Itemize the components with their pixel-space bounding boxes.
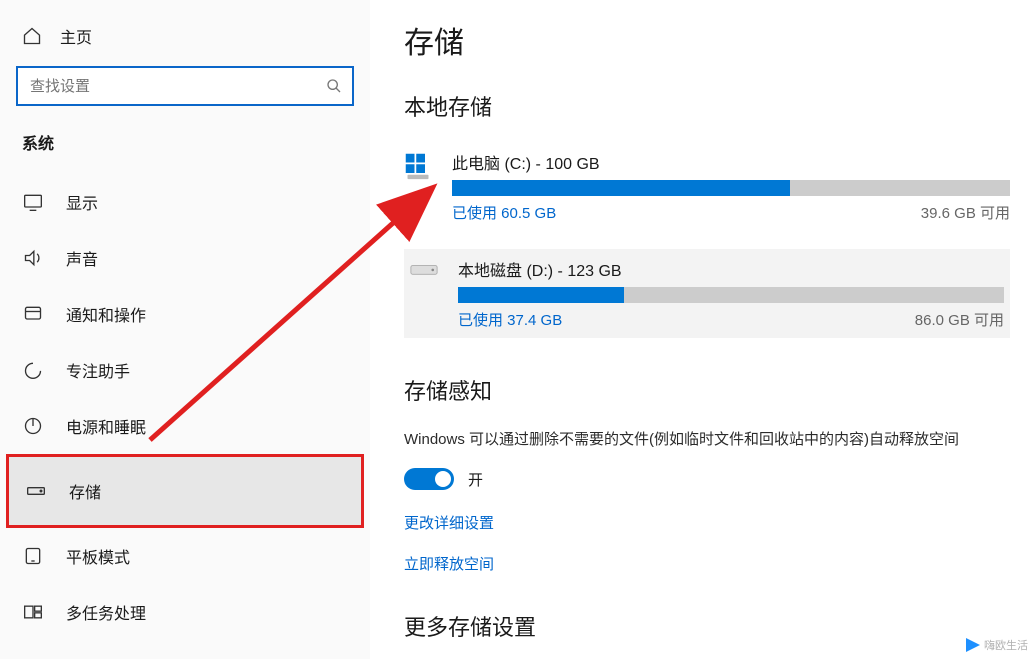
storage-sense-toggle[interactable] [404,468,454,490]
storage-icon [25,481,47,501]
sidebar-item-notifications[interactable]: 通知和操作 [0,286,370,342]
watermark-text: 嗨欧生活 [984,637,1028,653]
home-label: 主页 [60,24,92,48]
sidebar-item-sound[interactable]: 声音 [0,230,370,286]
search-input[interactable] [30,78,326,95]
home-link[interactable]: 主页 [0,18,370,66]
multitask-icon [22,602,44,622]
power-icon [22,416,44,436]
sidebar-item-label: 通知和操作 [66,302,146,326]
sidebar: 主页 系统 显示 声音 通知 [0,0,370,659]
disk-title: 本地磁盘 (D:) - 123 GB [458,257,1004,281]
sidebar-item-label: 专注助手 [66,358,130,382]
sidebar-item-focus[interactable]: 专注助手 [0,342,370,398]
sidebar-item-label: 声音 [66,246,98,270]
display-icon [22,192,44,212]
disk-row-d[interactable]: 本地磁盘 (D:) - 123 GB 已使用 37.4 GB 86.0 GB 可… [404,249,1010,338]
focus-icon [22,360,44,380]
watermark-icon [966,638,980,652]
sound-icon [22,248,44,268]
sidebar-item-label: 多任务处理 [66,600,146,624]
sidebar-item-label: 显示 [66,190,98,214]
disk-free-label: 39.6 GB 可用 [921,202,1010,223]
sidebar-item-label: 电源和睡眠 [66,414,146,438]
main-content: 存储 本地存储 此电脑 (C:) - 100 GB 已使用 60.5 GB 39… [370,0,1036,659]
hdd-drive-icon [410,257,442,330]
sidebar-item-storage[interactable]: 存储 [6,454,364,528]
storage-sense-heading: 存储感知 [404,374,1010,406]
toggle-label: 开 [468,469,483,490]
watermark: 嗨欧生活 [966,637,1028,653]
disk-used-label: 已使用 60.5 GB [452,202,556,223]
disk-usage-bar [458,287,1004,303]
search-input-container[interactable] [16,66,354,106]
sidebar-item-label: 存储 [69,479,101,503]
windows-drive-icon [404,150,436,223]
sidebar-item-display[interactable]: 显示 [0,174,370,230]
disk-usage-bar [452,180,1010,196]
tablet-icon [22,546,44,566]
disk-free-label: 86.0 GB 可用 [915,309,1004,330]
sidebar-item-label: 平板模式 [66,544,130,568]
disk-row-c[interactable]: 此电脑 (C:) - 100 GB 已使用 60.5 GB 39.6 GB 可用 [404,144,1010,229]
page-title: 存储 [404,18,1010,62]
home-icon [22,26,42,46]
search-icon [326,78,342,94]
sidebar-section-title: 系统 [0,130,370,174]
free-space-link[interactable]: 立即释放空间 [404,553,1010,574]
notification-icon [22,304,44,324]
local-storage-heading: 本地存储 [404,90,1010,122]
sidebar-item-power[interactable]: 电源和睡眠 [0,398,370,454]
change-details-link[interactable]: 更改详细设置 [404,512,1010,533]
disk-used-label: 已使用 37.4 GB [458,309,562,330]
sidebar-item-multitask[interactable]: 多任务处理 [0,584,370,640]
sidebar-item-tablet[interactable]: 平板模式 [0,528,370,584]
more-storage-heading: 更多存储设置 [404,610,1010,642]
storage-sense-desc: Windows 可以通过删除不需要的文件(例如临时文件和回收站中的内容)自动释放… [404,428,1010,452]
disk-title: 此电脑 (C:) - 100 GB [452,150,1010,174]
